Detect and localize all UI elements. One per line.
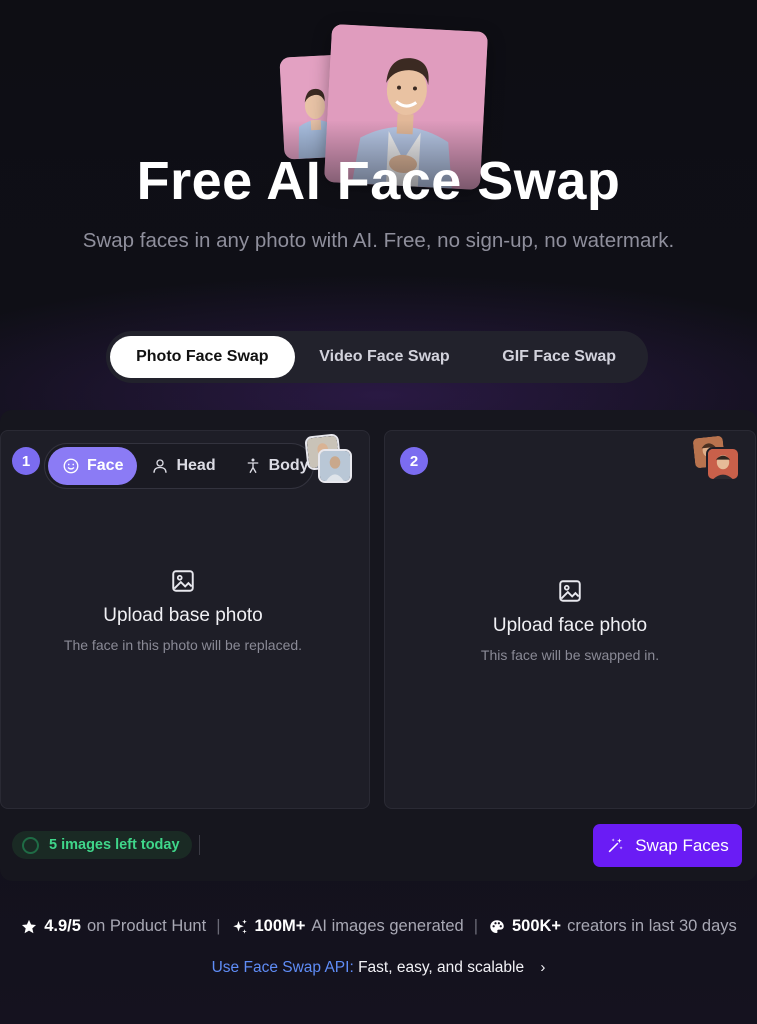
face-upload-prompt[interactable]: Upload face photo This face will be swap… [440, 578, 700, 665]
step-badge-1: 1 [12, 447, 40, 475]
target-face-option[interactable]: Face [48, 447, 138, 485]
divider [199, 835, 200, 855]
sample-thumbnail[interactable] [318, 449, 352, 483]
progress-ring-icon [22, 836, 39, 854]
swap-faces-label: Swap Faces [635, 835, 729, 855]
api-link-label: Use Face Swap API: [211, 959, 354, 976]
stat-images: 100M+ AI images generated [231, 917, 464, 936]
page-subtitle: Swap faces in any photo with AI. Free, n… [82, 229, 675, 252]
stat-images-value: 100M+ [254, 917, 306, 935]
quota-badge: 5 images left today [12, 831, 192, 859]
image-icon [559, 580, 581, 602]
accessibility-icon [247, 458, 258, 474]
person-thumbnail-image [320, 451, 350, 481]
quota-label: 5 images left today [49, 837, 180, 853]
chevron-right-icon: › [540, 959, 546, 976]
step-badge-2: 2 [400, 447, 428, 475]
separator: | [216, 917, 221, 935]
separator: | [473, 917, 478, 935]
base-upload-title: Upload base photo [103, 605, 263, 626]
stat-rating: 4.9/5 on Product Hunt [20, 917, 206, 936]
stat-creators-value: 500K+ [511, 917, 562, 935]
mode-tabs: Photo Face Swap Video Face Swap GIF Face… [106, 331, 648, 383]
magic-wand-icon [608, 838, 623, 853]
target-face-label: Face [87, 457, 124, 474]
tab-video-face-swap[interactable]: Video Face Swap [295, 336, 475, 378]
smile-icon [63, 458, 79, 474]
target-head-label: Head [176, 457, 216, 474]
sparkles-icon [232, 919, 247, 934]
swap-faces-button[interactable]: Swap Faces [593, 824, 742, 867]
face-upload-title: Upload face photo [492, 615, 648, 636]
stat-images-text: AI images generated [311, 917, 464, 935]
base-upload-description: The face in this photo will be replaced. [63, 637, 303, 653]
social-proof-stats: 4.9/5 on Product Hunt | 100M+ AI images … [0, 917, 757, 936]
user-icon [153, 459, 168, 473]
tab-photo-face-swap[interactable]: Photo Face Swap [110, 336, 295, 378]
stat-rating-value: 4.9/5 [44, 917, 81, 935]
image-icon [172, 570, 194, 592]
api-link[interactable]: Use Face Swap API: Fast, easy, and scala… [0, 959, 757, 977]
person-thumbnail-image [708, 449, 738, 479]
star-icon [22, 919, 37, 933]
swap-target-toggle: Face Head Body [44, 443, 314, 489]
target-body-label: Body [268, 457, 309, 474]
palette-icon [490, 919, 504, 933]
sample-thumbnail[interactable] [706, 447, 740, 481]
tab-gif-face-swap[interactable]: GIF Face Swap [474, 336, 644, 378]
api-link-text: Fast, easy, and scalable [358, 959, 525, 976]
face-upload-description: This face will be swapped in. [480, 647, 660, 663]
base-upload-prompt[interactable]: Upload base photo The face in this photo… [60, 568, 306, 655]
stat-creators-text: creators in last 30 days [567, 917, 737, 935]
page-title: Free AI Face Swap [136, 151, 621, 211]
target-head-option[interactable]: Head [137, 447, 229, 485]
stat-creators: 500K+ creators in last 30 days [488, 917, 737, 936]
stat-rating-text: on Product Hunt [86, 917, 207, 935]
